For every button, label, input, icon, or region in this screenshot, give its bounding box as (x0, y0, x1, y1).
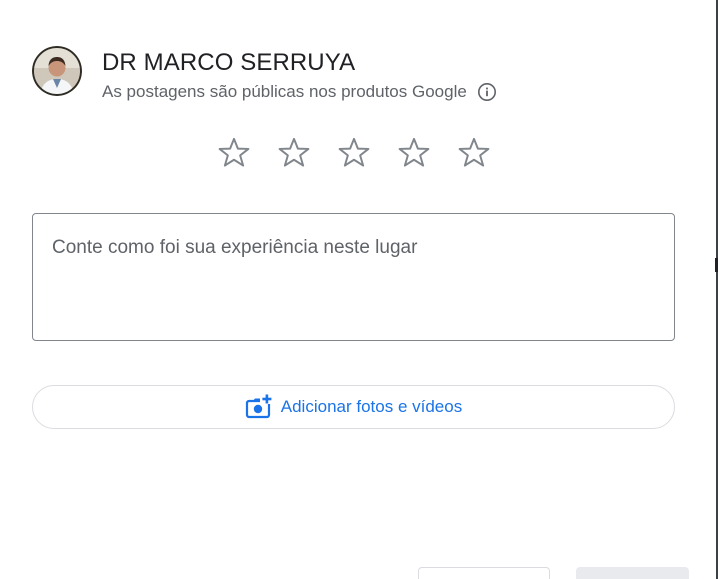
add-photos-videos-label: Adicionar fotos e vídeos (280, 397, 463, 416)
post-button[interactable] (576, 567, 689, 579)
info-icon[interactable] (477, 82, 497, 102)
review-field (32, 213, 675, 341)
star-outline-icon (398, 137, 430, 167)
review-dialog: DR MARCO SERRUYA As postagens são públic… (0, 0, 718, 579)
profile-header: DR MARCO SERRUYA As postagens são públic… (32, 46, 497, 103)
visibility-text: As postagens são públicas nos produtos G… (102, 82, 467, 101)
cancel-button[interactable] (418, 567, 550, 579)
review-textarea[interactable] (33, 214, 674, 340)
add-photo-icon (245, 394, 273, 419)
star-1-button[interactable] (204, 130, 264, 176)
star-outline-icon (458, 137, 490, 167)
profile-name: DR MARCO SERRUYA (102, 49, 356, 76)
star-rating (204, 130, 504, 176)
star-5-button[interactable] (444, 130, 504, 176)
star-4-button[interactable] (384, 130, 444, 176)
visibility-notice: As postagens são públicas nos produtos G… (102, 81, 497, 103)
add-photos-videos-button[interactable]: Adicionar fotos e vídeos (32, 385, 675, 429)
star-outline-icon (218, 137, 250, 167)
avatar (32, 46, 82, 96)
star-outline-icon (338, 137, 370, 167)
star-2-button[interactable] (264, 130, 324, 176)
star-outline-icon (278, 137, 310, 167)
star-3-button[interactable] (324, 130, 384, 176)
